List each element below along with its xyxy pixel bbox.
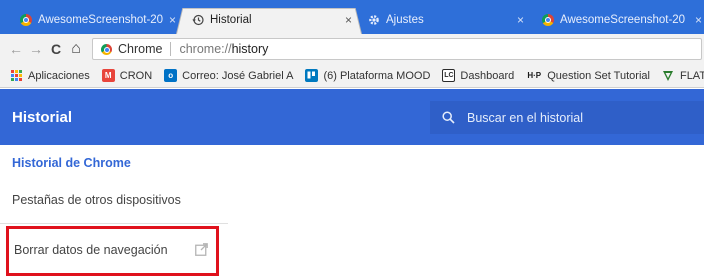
close-tab-icon[interactable]: × xyxy=(169,13,176,27)
home-button[interactable]: ⌂ xyxy=(66,40,86,58)
back-button[interactable]: ← xyxy=(6,41,26,57)
bookmark-aplicaciones[interactable]: Aplicaciones xyxy=(10,69,90,82)
hp-icon: H·P xyxy=(527,71,542,80)
tab-strip: AwesomeScreenshot-20 × Historial × Ajust… xyxy=(0,0,704,34)
bookmark-label: Dashboard xyxy=(460,69,515,82)
lc-icon: LC xyxy=(442,69,456,82)
browser-toolbar: ← → C ⌂ Chrome chrome://history xyxy=(0,34,704,64)
page-title: Historial xyxy=(12,109,73,126)
tab-ajustes[interactable]: Ajustes × xyxy=(352,6,534,34)
tab-title: AwesomeScreenshot-20 xyxy=(560,14,686,26)
bookmark-question-set-tutorial[interactable]: H·P Question Set Tutorial xyxy=(526,69,650,82)
omnibox-separator xyxy=(170,42,172,56)
highlight-annotation-box xyxy=(6,226,219,276)
bookmark-label: Aplicaciones xyxy=(28,69,90,82)
omnibox-url: chrome://history xyxy=(179,42,268,56)
bookmarks-bar: Aplicaciones M CRON o Correo: José Gabri… xyxy=(0,64,704,88)
flaticon-icon xyxy=(662,69,675,82)
reload-button[interactable]: C xyxy=(46,41,66,57)
bookmark-label: (6) Plataforma MOOD xyxy=(323,69,431,82)
tab-awesome-screenshot-2[interactable]: AwesomeScreenshot-20 × xyxy=(526,6,704,34)
bookmark-flatic[interactable]: FLATIC xyxy=(662,69,704,82)
tab-historial[interactable]: Historial × xyxy=(176,6,362,34)
sidebar-item-chrome-history[interactable]: Historial de Chrome xyxy=(12,156,131,170)
close-tab-icon[interactable]: × xyxy=(345,13,352,27)
tab-awesome-screenshot-1[interactable]: AwesomeScreenshot-20 × xyxy=(4,6,186,34)
search-placeholder: Buscar en el historial xyxy=(467,110,584,125)
search-icon xyxy=(442,111,455,124)
bookmark-label: Correo: José Gabriel A xyxy=(182,69,294,82)
history-clock-icon xyxy=(192,14,204,26)
chrome-favicon-icon xyxy=(20,14,32,26)
omnibox[interactable]: Chrome chrome://history xyxy=(92,38,702,60)
bookmark-correo[interactable]: o Correo: José Gabriel A xyxy=(164,69,293,82)
bookmark-label: Question Set Tutorial xyxy=(547,69,650,82)
gear-icon xyxy=(368,14,380,26)
bookmark-plataforma-mood[interactable]: (6) Plataforma MOOD xyxy=(305,69,430,82)
tab-title: AwesomeScreenshot-20 xyxy=(38,14,163,26)
bookmark-dashboard[interactable]: LC Dashboard xyxy=(442,69,514,82)
outlook-icon: o xyxy=(164,69,178,82)
chrome-favicon-icon xyxy=(542,14,554,26)
url-path: history xyxy=(231,42,269,56)
close-tab-icon[interactable]: × xyxy=(695,13,702,27)
url-scheme: chrome:// xyxy=(179,42,232,56)
sidebar-item-other-devices[interactable]: Pestañas de otros dispositivos xyxy=(12,193,181,207)
apps-grid-icon xyxy=(10,69,23,82)
cron-icon: M xyxy=(101,69,115,82)
bookmark-cron[interactable]: M CRON xyxy=(101,69,153,82)
history-search-field[interactable]: Buscar en el historial xyxy=(430,101,704,134)
close-tab-icon[interactable]: × xyxy=(517,13,524,27)
bookmark-label: CRON xyxy=(119,69,153,82)
chrome-page-icon xyxy=(101,43,112,55)
tab-title: Historial xyxy=(210,14,252,26)
history-header: Historial Buscar en el historial xyxy=(0,89,704,145)
bookmark-label: FLATIC xyxy=(679,69,704,82)
trello-icon xyxy=(305,69,319,82)
sidebar-divider xyxy=(0,223,228,224)
omnibox-site-label: Chrome xyxy=(118,42,163,56)
forward-button[interactable]: → xyxy=(26,41,46,57)
tab-title: Ajustes xyxy=(386,14,424,26)
